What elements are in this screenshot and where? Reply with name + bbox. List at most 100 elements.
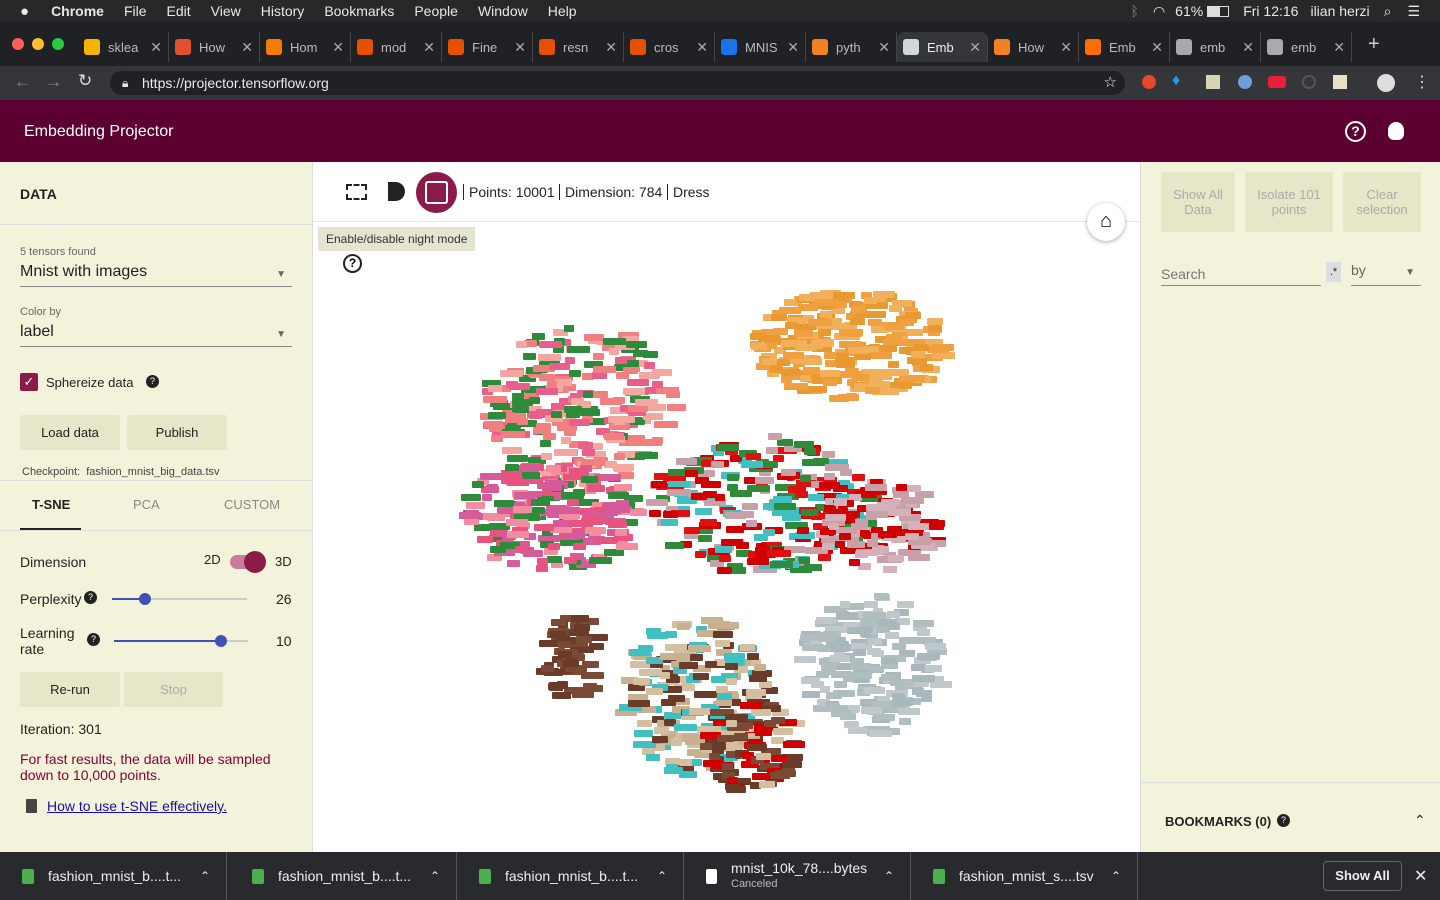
data-point[interactable] — [733, 786, 746, 794]
data-point[interactable] — [825, 513, 847, 521]
data-point[interactable] — [784, 298, 797, 306]
data-point[interactable] — [550, 618, 567, 626]
data-point[interactable] — [574, 623, 591, 631]
data-point[interactable] — [703, 760, 723, 768]
data-point[interactable] — [627, 359, 640, 367]
show-all-data-button[interactable]: Show All Data — [1161, 172, 1235, 232]
data-point[interactable] — [693, 690, 717, 698]
data-point[interactable] — [488, 385, 502, 393]
data-point[interactable] — [851, 306, 868, 314]
data-point[interactable] — [564, 429, 577, 437]
data-point[interactable] — [534, 524, 555, 532]
data-point[interactable] — [754, 476, 774, 484]
tab-close-icon[interactable]: ✕ — [1060, 39, 1072, 56]
data-point[interactable] — [580, 671, 604, 679]
data-point[interactable] — [592, 372, 608, 380]
maximize-window-button[interactable] — [52, 38, 64, 50]
data-point[interactable] — [824, 351, 837, 359]
wifi-icon[interactable]: ◠ — [1153, 3, 1165, 20]
data-point[interactable] — [718, 554, 731, 562]
data-point[interactable] — [801, 509, 818, 517]
data-point[interactable] — [783, 352, 804, 360]
data-point[interactable] — [666, 403, 686, 411]
data-point[interactable] — [661, 518, 679, 526]
minimize-window-button[interactable] — [32, 38, 44, 50]
extension-icon[interactable] — [1206, 75, 1220, 89]
data-point[interactable] — [582, 448, 596, 456]
extension-icon[interactable] — [1238, 75, 1252, 89]
data-point[interactable] — [723, 653, 745, 660]
data-point[interactable] — [830, 654, 851, 662]
data-point[interactable] — [626, 378, 649, 386]
menu-edit[interactable]: Edit — [167, 3, 191, 19]
notification-center-icon[interactable]: ☰ — [1407, 3, 1420, 20]
new-tab-button[interactable]: + — [1368, 33, 1380, 56]
data-point[interactable] — [910, 663, 926, 671]
slider-thumb[interactable] — [139, 593, 151, 605]
data-point[interactable] — [911, 350, 927, 358]
data-point[interactable] — [834, 498, 848, 506]
data-point[interactable] — [504, 463, 519, 471]
data-point[interactable] — [643, 413, 664, 420]
download-item[interactable]: fashion_mnist_b....t... ⌃ — [0, 852, 227, 900]
forward-icon[interactable]: → — [45, 72, 62, 92]
data-point[interactable] — [724, 511, 746, 519]
data-point[interactable] — [485, 484, 498, 492]
data-point[interactable] — [634, 730, 654, 738]
data-point[interactable] — [580, 476, 598, 484]
data-point[interactable] — [726, 473, 739, 481]
data-point[interactable] — [771, 313, 788, 321]
data-point[interactable] — [746, 452, 762, 460]
tab-close-icon[interactable]: ✕ — [514, 39, 526, 56]
menu-people[interactable]: People — [414, 3, 458, 19]
data-point[interactable] — [869, 373, 892, 381]
data-point[interactable] — [773, 496, 793, 504]
menu-bookmarks[interactable]: Bookmarks — [324, 3, 394, 19]
chevron-up-icon[interactable]: ⌃ — [1111, 869, 1121, 883]
data-point[interactable] — [573, 488, 586, 496]
data-point[interactable] — [710, 460, 724, 468]
data-point[interactable] — [762, 358, 778, 366]
data-point[interactable] — [548, 542, 561, 550]
data-point[interactable] — [749, 674, 768, 682]
tab-close-icon[interactable]: ✕ — [605, 39, 617, 56]
data-point[interactable] — [753, 533, 768, 541]
data-point[interactable] — [665, 643, 687, 651]
data-point[interactable] — [546, 381, 557, 389]
data-point[interactable] — [831, 670, 853, 678]
data-point[interactable] — [741, 461, 764, 469]
data-point[interactable] — [848, 347, 870, 355]
data-point[interactable] — [893, 698, 913, 706]
tsne-howto-link[interactable]: How to use t-SNE effectively. — [47, 798, 227, 814]
data-point[interactable] — [770, 561, 793, 568]
publish-button[interactable]: Publish — [127, 415, 227, 450]
data-point[interactable] — [612, 396, 625, 404]
data-point[interactable] — [698, 535, 713, 543]
menu-help[interactable]: Help — [548, 3, 577, 19]
data-point[interactable] — [912, 620, 934, 628]
tab-close-icon[interactable]: ✕ — [878, 39, 890, 56]
data-point[interactable] — [878, 530, 898, 538]
user-name[interactable]: ilian herzi — [1310, 3, 1369, 19]
data-point[interactable] — [581, 514, 599, 522]
dimension-toggle[interactable] — [230, 551, 266, 573]
tab-close-icon[interactable]: ✕ — [332, 39, 344, 56]
data-point[interactable] — [699, 518, 717, 526]
data-point[interactable] — [862, 687, 885, 695]
data-point[interactable] — [507, 455, 529, 463]
data-point[interactable] — [539, 440, 551, 447]
data-point[interactable] — [654, 726, 670, 734]
data-point[interactable] — [563, 325, 574, 333]
data-point[interactable] — [851, 473, 865, 481]
clock[interactable]: Fri 12:16 — [1243, 3, 1298, 19]
data-point[interactable] — [746, 519, 757, 527]
browser-tab[interactable]: How ✕ — [169, 32, 260, 62]
data-point[interactable] — [891, 300, 912, 308]
apple-icon[interactable]: ● — [20, 3, 29, 20]
data-point[interactable] — [570, 398, 584, 406]
data-point[interactable] — [800, 374, 812, 382]
data-point[interactable] — [679, 662, 699, 670]
data-point[interactable] — [876, 545, 889, 553]
data-point[interactable] — [638, 668, 662, 676]
data-point[interactable] — [823, 472, 835, 480]
